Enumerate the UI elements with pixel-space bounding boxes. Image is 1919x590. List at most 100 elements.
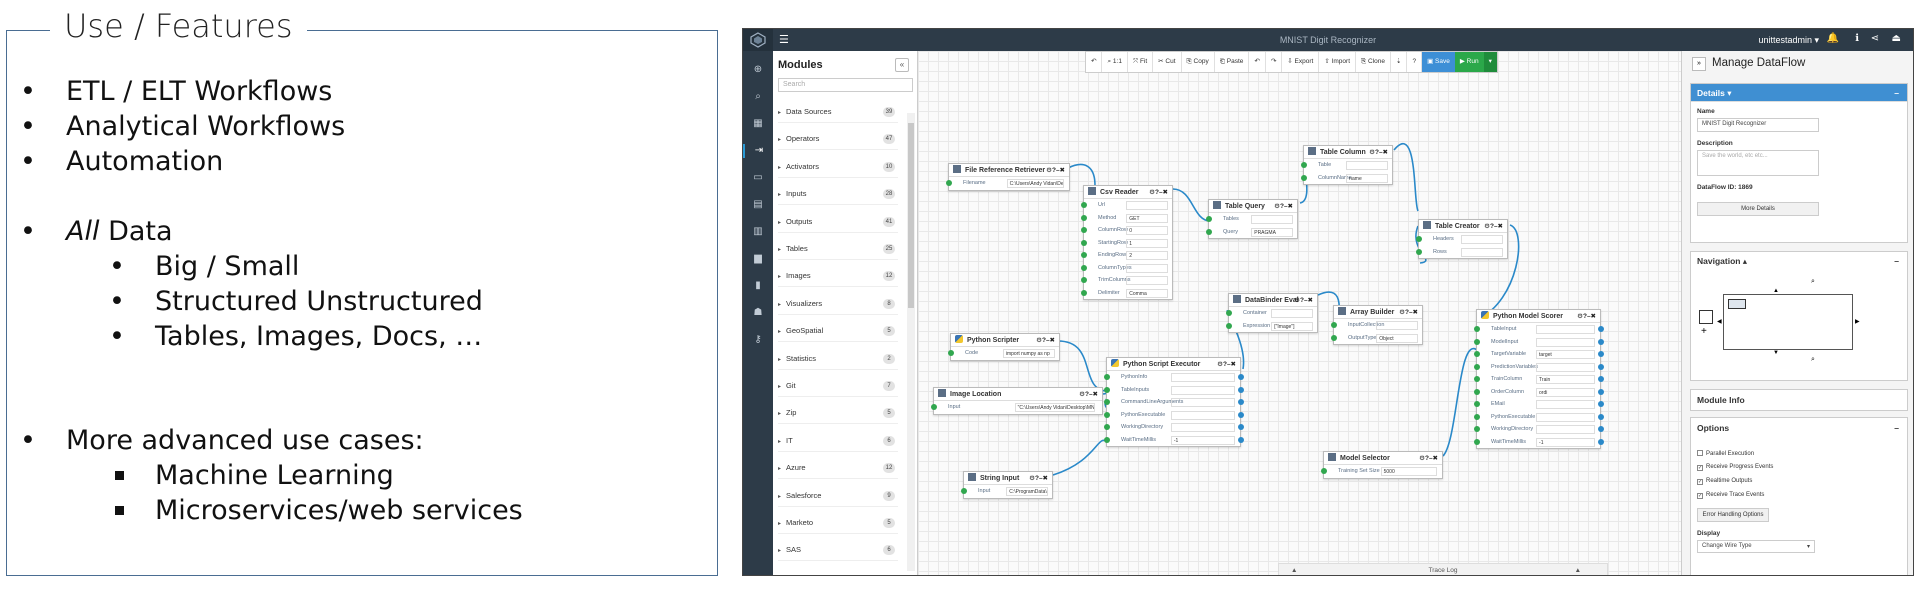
undo-button[interactable]: ↶ [1086,52,1103,72]
input-port[interactable] [1206,216,1212,222]
expand-arrow-icon[interactable]: ▸ [778,274,781,280]
expand-arrow-icon[interactable]: ▸ [778,192,781,198]
collapse-icon[interactable]: – [1894,418,1899,438]
paste-button[interactable]: ⎗ Paste [1215,52,1250,72]
node-controls[interactable]: ⚙?–✖ [1149,186,1168,199]
node-controls[interactable]: ⚙?–✖ [1036,334,1055,347]
property-value[interactable] [1461,247,1504,257]
node-header[interactable]: Python Model Scorer ⚙?–✖ [1477,310,1600,323]
input-port[interactable] [1081,227,1087,233]
property-value[interactable]: C:\ProgramData\Anaco [1006,487,1049,496]
fit-button[interactable]: ⤧ Fit [1128,52,1154,72]
output-port[interactable] [1238,436,1244,443]
property-value[interactable]: ordi [1536,387,1596,397]
input-port[interactable] [1474,338,1480,345]
property-value[interactable] [1536,412,1596,422]
input-port[interactable] [1104,424,1110,430]
users-icon[interactable]: ☗ [743,306,773,320]
property-value[interactable] [1536,425,1596,434]
error-handling-button[interactable]: Error Handling Options [1697,508,1769,522]
input-port[interactable] [1206,228,1212,235]
property-value[interactable]: Comma [1126,288,1169,298]
input-port[interactable] [1226,322,1232,329]
connection-wire[interactable] [1052,439,1109,476]
modules-scrollbar[interactable] [907,113,915,571]
property-value[interactable] [1536,362,1596,372]
node-controls[interactable]: ⚙?–✖ [1029,472,1048,485]
property-value[interactable] [1126,201,1169,210]
input-port[interactable] [1081,214,1087,221]
nav-down-icon[interactable]: ▼ [1773,350,1779,356]
module-category[interactable]: ▸ Salesforce 9 [778,485,898,507]
node-controls[interactable]: ⚙?–✖ [1079,388,1098,401]
checkbox[interactable]: ✓ [1697,493,1703,499]
connection-wire[interactable] [1057,340,1109,392]
property-value[interactable]: C:\Users\Andy Vidan\Desktop\MNI [1006,179,1065,188]
node-model-selector[interactable]: Model Selector ⚙?–✖ Training Set Size 5000 [1321,451,1443,479]
collapse-modules-button[interactable]: « [895,58,909,72]
module-category[interactable]: ▸ Statistics 2 [778,348,898,370]
property-value[interactable]: PRAGMA [1251,227,1294,237]
property-value[interactable] [1126,276,1169,285]
property-value[interactable] [1536,337,1596,347]
redo-button[interactable]: ↷ [1266,52,1283,72]
property-value[interactable]: name [1346,173,1389,183]
output-port[interactable] [1598,388,1604,395]
connection-wire[interactable] [1393,142,1419,212]
description-input[interactable]: Save the world, etc etc... [1697,150,1819,176]
input-port[interactable] [1104,411,1110,418]
details-header[interactable]: Details ▾ – [1691,84,1907,102]
minimap-viewport[interactable] [1728,299,1746,309]
input-port[interactable] [1081,239,1087,246]
undo-2-button[interactable]: ↶ [1249,52,1266,72]
expand-arrow-icon[interactable]: ▸ [778,357,781,363]
share-icon[interactable]: ⋖ [1871,33,1879,44]
logout-icon[interactable]: ⏏ [1892,33,1901,44]
module-category[interactable]: ▸ Marketo 5 [778,512,898,534]
property-value[interactable] [1170,410,1235,420]
input-port[interactable] [1331,322,1337,328]
input-port[interactable] [1331,334,1337,341]
input-port[interactable] [1474,351,1480,357]
node-header[interactable]: Model Selector ⚙?–✖ [1324,452,1442,465]
property-value[interactable] [1536,400,1596,409]
property-value[interactable] [1536,325,1596,334]
expand-arrow-icon[interactable]: ▸ [778,165,781,171]
property-value[interactable] [1170,385,1235,395]
bell-icon[interactable]: 🔔 [1827,33,1839,44]
expand-arrow-icon[interactable]: ▸ [778,247,781,253]
module-category[interactable]: ▸ Tables 25 [778,238,898,260]
node-header[interactable]: Python Script Executor ⚙?–✖ [1107,358,1240,371]
input-port[interactable] [1474,401,1480,407]
property-value[interactable]: target [1536,350,1596,359]
add-icon[interactable]: + [1701,326,1707,337]
property-value[interactable]: 0 [1126,226,1169,235]
node-array-builder[interactable]: Array Builder ⚙?–✖ InputCollection OutputTy… [1331,305,1423,345]
input-port[interactable] [931,404,937,410]
node-csv-reader[interactable]: Csv Reader ⚙?–✖ Url Method GET ColumnRow 0 Star… [1081,185,1173,300]
module-category[interactable]: ▸ Outputs 41 [778,211,898,233]
input-port[interactable] [961,488,967,494]
clone-button[interactable]: ⎘ Clone [1356,52,1392,72]
input-port[interactable] [1474,388,1480,395]
expand-arrow-icon[interactable]: ▸ [778,466,781,472]
node-header[interactable]: String Input ⚙?–✖ [964,472,1052,485]
property-value[interactable]: GET [1126,213,1169,223]
property-value[interactable] [1170,373,1235,382]
download-button[interactable]: ⇣ [1391,52,1408,72]
save-button[interactable]: ▣ Save [1422,52,1455,72]
input-port[interactable] [1474,438,1480,445]
expand-arrow-icon[interactable]: ▸ [778,220,781,226]
realtime-outputs-checkbox[interactable]: ✓ Realtime Outputs [1697,478,1752,485]
input-port[interactable] [1104,436,1110,443]
table-icon[interactable]: ▤ [743,198,773,212]
cut-button[interactable]: ✂ Cut [1153,52,1182,72]
name-input[interactable]: MNIST Digit Recognizer [1697,118,1819,132]
node-controls[interactable]: ⚙?–✖ [1577,310,1596,323]
minimap[interactable] [1723,294,1853,350]
output-port[interactable] [1598,363,1604,370]
zoom-out-icon[interactable]: ⌕ [1811,356,1815,364]
add-icon[interactable]: ⊕ [743,63,773,77]
more-details-button[interactable]: More Details [1697,202,1819,216]
node-image-loc[interactable]: Image Location ⚙?–✖ Input "C:\Users\Andy Vi… [931,387,1103,415]
